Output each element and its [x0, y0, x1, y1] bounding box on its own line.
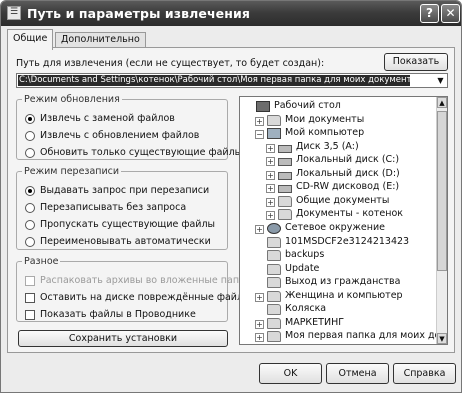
expand-icon[interactable]: + [255, 319, 264, 329]
scroll-down-icon[interactable]: ▼ [437, 333, 447, 344]
overwrite-mode-group: Режим перезаписи Выдавать запрос при пер… [16, 166, 228, 250]
update-mode-group: Режим обновления Извлечь с заменой файло… [16, 94, 242, 160]
save-settings-button[interactable]: Сохранить установки [18, 330, 228, 347]
help-button[interactable]: Справка [393, 363, 456, 384]
folder-icon [267, 290, 281, 302]
expand-icon[interactable]: + [266, 211, 275, 221]
radio-button[interactable] [25, 186, 35, 196]
radio-button[interactable] [25, 203, 35, 213]
cancel-button[interactable]: Отмена [326, 363, 389, 384]
folder-icon [267, 250, 281, 262]
title-bar[interactable]: ☰ Путь и параметры извлечения ? ✕ [1, 1, 461, 26]
chevron-down-icon[interactable]: ▼ [435, 75, 446, 86]
scroll-thumb[interactable] [437, 111, 447, 271]
tree-node-label: 101MSDCF2e3124213423 [285, 235, 410, 247]
folder-icon [267, 114, 281, 126]
cd-drive-icon [278, 185, 292, 194]
misc-group: Разное Распаковать архивы во вложенные п… [16, 256, 251, 322]
expand-icon[interactable]: + [255, 224, 264, 234]
radio-button[interactable] [25, 237, 35, 247]
extraction-dialog: ☰ Путь и параметры извлечения ? ✕ Общие … [0, 0, 462, 393]
tree-node-label: МАРКЕТИНГ [285, 316, 345, 328]
computer-icon [267, 128, 281, 140]
general-panel: Путь для извлечения (если не существует,… [7, 47, 455, 353]
radio-button[interactable] [25, 131, 35, 141]
tree-node-label: Update [285, 262, 320, 274]
floppy-drive-icon [278, 144, 292, 153]
expand-icon[interactable]: + [255, 292, 264, 302]
checkbox[interactable] [25, 293, 35, 303]
expand-icon[interactable]: + [266, 157, 275, 167]
tree-node-label: Общие документы [296, 194, 390, 206]
overwrite-mode-title: Режим перезаписи [24, 166, 120, 177]
window-title: Путь и параметры извлечения [27, 6, 250, 21]
folder-icon [267, 263, 281, 275]
tab-general[interactable]: Общие [7, 29, 54, 50]
expand-icon[interactable]: + [266, 143, 275, 153]
folder-icon [267, 277, 281, 289]
expand-icon[interactable]: + [255, 333, 264, 343]
folder-tree-rows: Рабочий стол + Мои документы − Мой компьютер… [240, 97, 437, 344]
tree-node-label: Женщина и компьютер [285, 289, 403, 301]
tree-node-label: Выход из гражданства [285, 276, 401, 288]
folder-icon [267, 236, 281, 248]
tree-node-label: Мой компьютер [285, 127, 365, 139]
checkbox [25, 276, 35, 286]
expand-icon[interactable]: + [266, 184, 275, 194]
desktop-icon [256, 101, 270, 112]
tree-node-label: Локальный диск (C:) [296, 154, 400, 166]
tab-advanced[interactable]: Дополнительно [55, 32, 146, 48]
path-combobox[interactable]: C:\Documents and Settings\котенок\Рабочи… [16, 73, 448, 88]
ok-button[interactable]: OK [259, 363, 322, 384]
tree-node-label: CD-RW дисковод (E:) [296, 181, 400, 193]
path-label: Путь для извлечения (если не существует,… [16, 58, 325, 69]
close-button[interactable]: ✕ [441, 4, 460, 23]
show-button[interactable]: Показать [384, 53, 448, 71]
folder-icon [267, 331, 281, 343]
expand-icon[interactable]: + [266, 197, 275, 207]
folder-tree[interactable]: Рабочий стол + Мои документы − Мой компьютер… [239, 96, 448, 345]
tree-node-label: Моя первая папка для моих документов [285, 330, 437, 342]
tree-scrollbar[interactable]: ▲ ▼ [436, 97, 447, 344]
folder-icon [267, 304, 281, 316]
scroll-up-icon[interactable]: ▲ [437, 97, 447, 108]
archive-window-icon: ☰ [7, 6, 21, 20]
tree-node-label: backups [285, 249, 325, 261]
path-value[interactable]: C:\Documents and Settings\котенок\Рабочи… [18, 75, 410, 86]
misc-title: Разное [24, 256, 59, 267]
network-icon [267, 222, 281, 234]
help-titlebar-button[interactable]: ? [420, 4, 439, 23]
hard-drive-icon [278, 158, 292, 167]
tree-node-label: Рабочий стол [274, 100, 341, 111]
tree-node-label: Мои документы [285, 113, 365, 125]
checkbox[interactable] [25, 310, 35, 320]
expand-icon[interactable]: + [255, 116, 264, 126]
folder-icon [267, 317, 281, 329]
folder-icon [278, 195, 292, 207]
tree-node-label: Сетевое окружение [285, 221, 385, 233]
radio-button[interactable] [25, 148, 35, 158]
hard-drive-icon [278, 171, 292, 180]
expand-icon[interactable]: + [266, 170, 275, 180]
collapse-icon[interactable]: − [255, 130, 264, 140]
folder-icon [278, 209, 292, 221]
tree-node-label: Документы - котенок [296, 208, 404, 220]
radio-button[interactable] [25, 114, 35, 124]
tree-node-label: Локальный диск (D:) [296, 167, 400, 179]
radio-button[interactable] [25, 220, 35, 230]
tree-node-label: Коляска [285, 303, 327, 315]
tree-node-label: Диск 3,5 (A:) [296, 140, 359, 152]
update-mode-title: Режим обновления [24, 94, 120, 105]
